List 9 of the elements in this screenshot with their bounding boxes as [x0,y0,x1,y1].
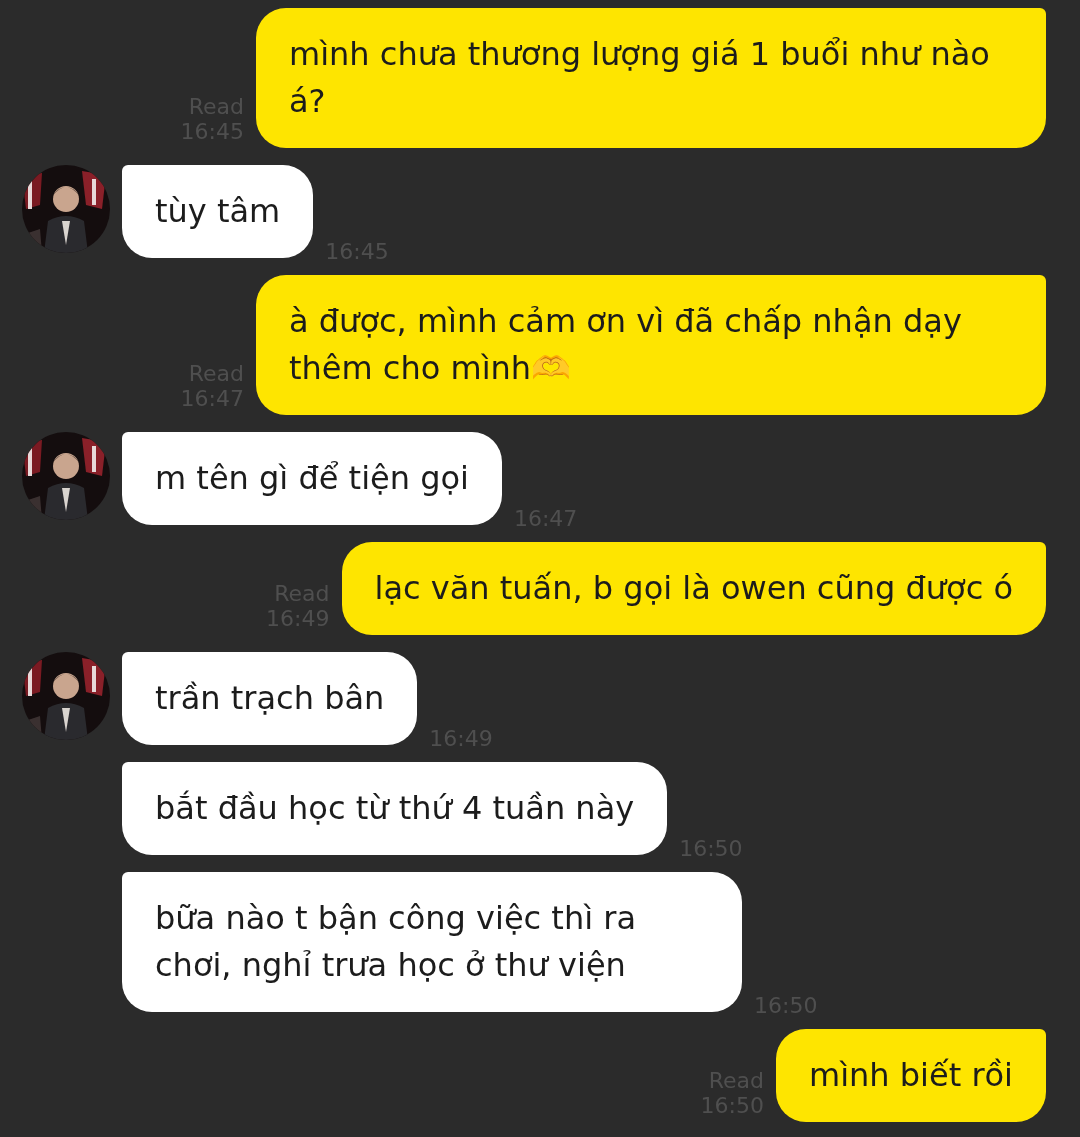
received-message: m tên gì để tiện gọi [122,432,502,525]
sent-message: mình biết rồi [775,1029,1046,1122]
received-message: bữa nào t bận công việc thì ra chơi, nghỉ trưa học ở thư viện [122,872,742,1012]
received-message: bắt đầu học từ thứ 4 tuần này [122,762,668,855]
sent-message: à được, mình cảm ơn vì đã chấp nhận dạy thêm cho mình🫶 [256,275,1046,415]
sent-message: lạc văn tuấn, b gọi là owen cũng được ó [341,542,1046,635]
received-message: tùy tâm [122,165,314,258]
received-message: trần trạch bân [122,652,418,745]
sent-message: mình chưa thương lượng giá 1 buổi như nào á? [256,8,1046,148]
